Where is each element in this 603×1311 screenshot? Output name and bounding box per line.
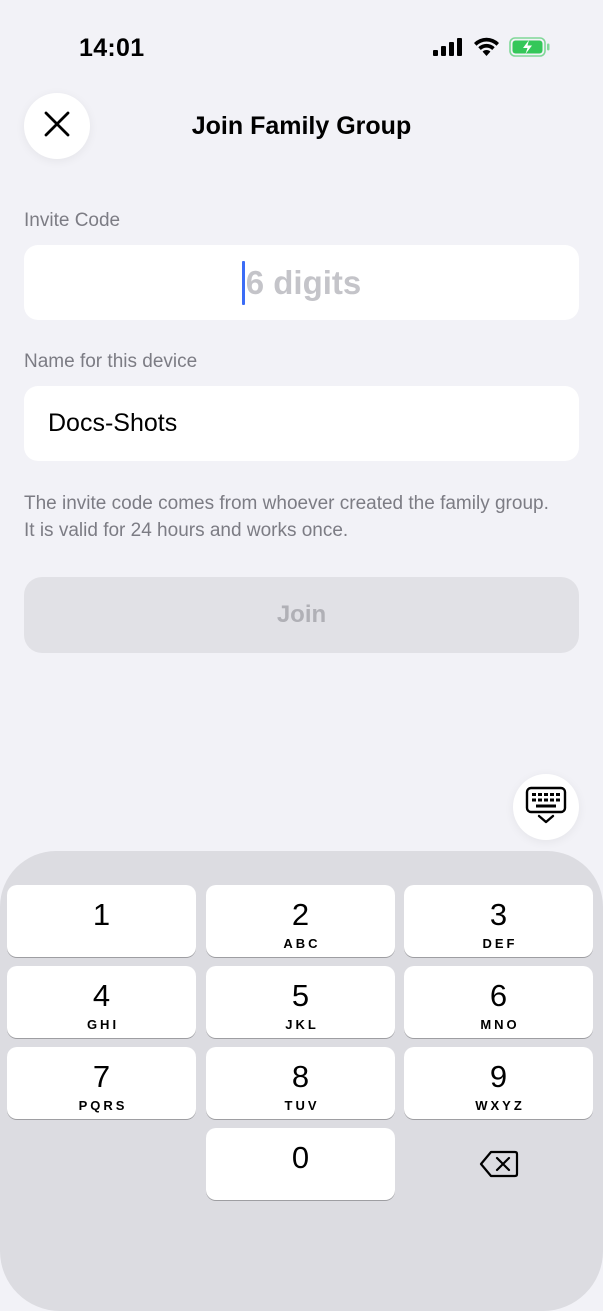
key-digit: 1	[92, 897, 111, 932]
key-digit: 7	[92, 1059, 111, 1094]
key-letters: DEF	[482, 936, 518, 951]
key-0[interactable]: 0	[206, 1128, 395, 1200]
key-digit: 0	[291, 1140, 310, 1175]
status-time: 14:01	[79, 34, 145, 62]
battery-charging-icon	[509, 37, 551, 62]
key-1[interactable]: 1	[7, 885, 196, 957]
key-letters: GHI	[86, 1017, 120, 1032]
key-3[interactable]: 3 DEF	[404, 885, 593, 957]
helper-text: The invite code comes from whoever creat…	[24, 493, 549, 541]
key-letters: PQRS	[78, 1098, 128, 1113]
key-letters: TUV	[284, 1098, 320, 1113]
keyboard-toggle-button[interactable]	[513, 774, 579, 840]
key-digit: 2	[291, 897, 310, 932]
key-9[interactable]: 9 WXYZ	[404, 1047, 593, 1119]
key-4[interactable]: 4 GHI	[7, 966, 196, 1038]
device-name-label: Name for this device	[24, 351, 198, 372]
backspace-icon	[479, 1149, 519, 1184]
key-letters: JKL	[285, 1017, 319, 1032]
invite-code-label: Invite Code	[24, 210, 121, 231]
keyboard-dismiss-icon	[525, 786, 567, 829]
text-cursor	[241, 260, 245, 305]
key-digit: 8	[291, 1059, 310, 1094]
key-digit: 5	[291, 978, 310, 1013]
key-8[interactable]: 8 TUV	[206, 1047, 395, 1119]
key-letters: WXYZ	[475, 1098, 525, 1113]
key-digit: 9	[489, 1059, 508, 1094]
cellular-signal-icon	[433, 37, 464, 62]
key-digit: 6	[489, 978, 508, 1013]
invite-code-value: 6 digits	[241, 260, 362, 305]
key-letters: ABC	[283, 936, 321, 951]
key-2[interactable]: 2 ABC	[206, 885, 395, 957]
invite-code-placeholder: 6 digits	[245, 263, 362, 301]
key-7[interactable]: 7 PQRS	[7, 1047, 196, 1119]
device-name-input[interactable]: Docs-Shots	[24, 386, 579, 461]
join-button[interactable]: Join	[24, 577, 579, 653]
page-title: Join Family Group	[191, 112, 412, 140]
key-digit: 3	[489, 897, 508, 932]
key-digit: 4	[92, 978, 111, 1013]
delete-key[interactable]	[404, 1130, 593, 1202]
join-family-group-screen: 14:01 Join Family Group Invite Code 6 di…	[0, 0, 603, 1311]
wifi-icon	[473, 37, 500, 62]
key-6[interactable]: 6 MNO	[404, 966, 593, 1038]
device-name-value: Docs-Shots	[48, 409, 178, 437]
key-letters: MNO	[480, 1017, 520, 1032]
status-icons	[433, 37, 551, 62]
invite-code-input[interactable]: 6 digits	[24, 245, 579, 320]
key-5[interactable]: 5 JKL	[206, 966, 395, 1038]
